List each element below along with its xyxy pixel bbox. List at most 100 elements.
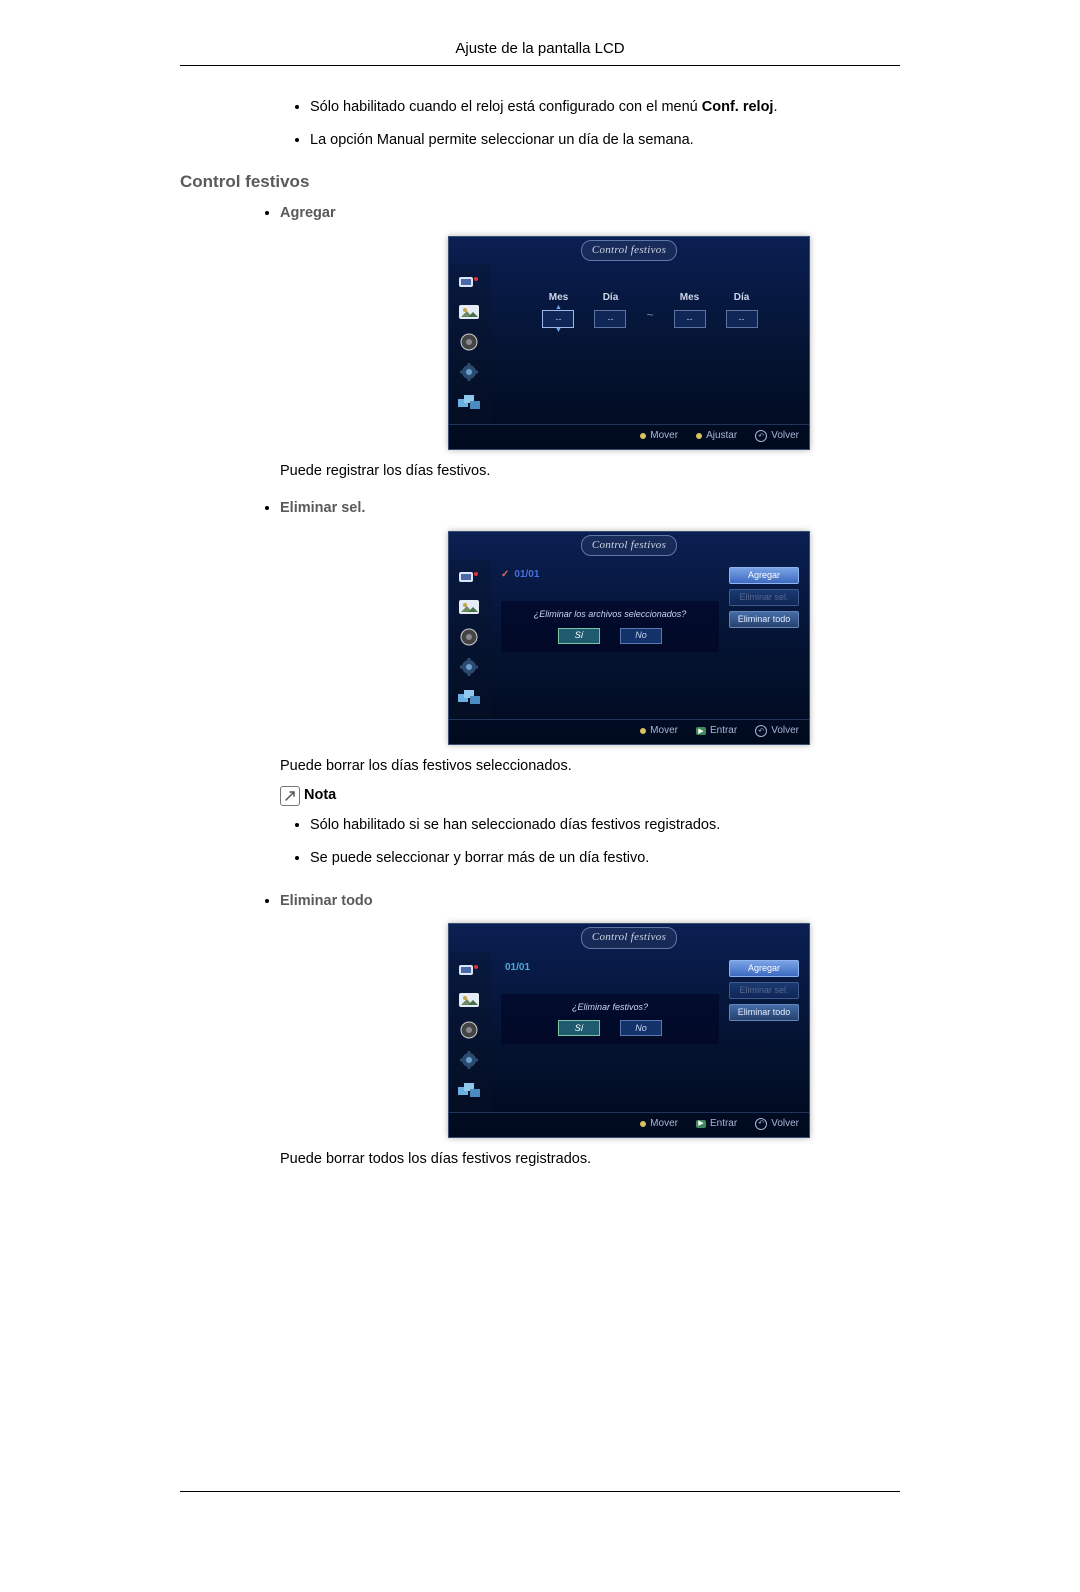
footer-rule bbox=[180, 1491, 900, 1492]
agg-col1-box[interactable]: -- bbox=[594, 310, 626, 328]
osd-agregar: Control festivos Mes -- bbox=[448, 236, 810, 451]
agg-col0-box[interactable]: -- bbox=[542, 310, 574, 328]
footer-volver-text: Volver bbox=[771, 723, 799, 739]
agg-col3-box[interactable]: -- bbox=[726, 310, 758, 328]
side-agregar-button[interactable]: Agregar bbox=[729, 567, 799, 584]
picture-icon bbox=[455, 300, 483, 324]
dialog-no-button[interactable]: No bbox=[620, 628, 662, 644]
footer-ajustar: Ajustar bbox=[696, 428, 737, 444]
footer-entrar: ▶ Entrar bbox=[696, 723, 737, 739]
picture-icon bbox=[455, 988, 483, 1012]
holiday-date-selected[interactable]: 01/01 bbox=[501, 567, 719, 583]
osd-elitodo-title: Control festivos bbox=[449, 924, 809, 952]
dialog-yes-button[interactable]: Sí bbox=[558, 628, 600, 644]
section-title: Control festivos bbox=[180, 172, 900, 192]
osd-agregar-main: Mes -- Día -- ~ Mes -- bbox=[491, 264, 809, 424]
side-eliminar-sel-button[interactable]: Eliminar sel. bbox=[729, 982, 799, 999]
footer-volver-text: Volver bbox=[771, 1116, 799, 1132]
note-row: Nota bbox=[280, 784, 900, 807]
footer-entrar: ▶ Entrar bbox=[696, 1116, 737, 1132]
footer-mover: Mover bbox=[640, 723, 678, 739]
input-icon bbox=[455, 565, 483, 589]
dialog-no-button[interactable]: No bbox=[620, 1020, 662, 1036]
footer-entrar-text: Entrar bbox=[710, 723, 737, 739]
osd-elisel-title: Control festivos bbox=[449, 532, 809, 560]
holiday-date[interactable]: 01/01 bbox=[505, 960, 719, 976]
osd-elitodo-main: 01/01 ¿Eliminar festivos? Sí No bbox=[491, 952, 809, 1112]
osd-agregar-title: Control festivos bbox=[449, 237, 809, 265]
osd-agregar-title-text: Control festivos bbox=[581, 240, 677, 262]
multi-icon bbox=[455, 390, 483, 414]
osd-elitodo-title-text: Control festivos bbox=[581, 927, 677, 949]
eliminar-todo-label: Eliminar todo bbox=[280, 890, 900, 913]
side-agregar-button[interactable]: Agregar bbox=[729, 960, 799, 977]
agg-tilde: ~ bbox=[646, 290, 653, 325]
side-eliminar-todo-button[interactable]: Eliminar todo bbox=[729, 611, 799, 628]
intro-b1-pre: Sólo habilitado cuando el reloj está con… bbox=[310, 99, 702, 115]
osd-elitodo-footer: Mover ▶ Entrar ↶ Volver bbox=[449, 1112, 809, 1137]
mover-dot-icon bbox=[640, 433, 646, 439]
input-icon bbox=[455, 270, 483, 294]
item-eliminar-todo: Eliminar todo Control festivos 01/ bbox=[280, 890, 900, 1171]
sound-icon bbox=[455, 330, 483, 354]
mover-dot-icon bbox=[640, 1121, 646, 1127]
settings-icon bbox=[455, 655, 483, 679]
side-eliminar-todo-button[interactable]: Eliminar todo bbox=[729, 1004, 799, 1021]
footer-mover-text: Mover bbox=[650, 723, 678, 739]
return-icon: ↶ bbox=[755, 1118, 767, 1130]
enter-icon: ▶ bbox=[696, 727, 706, 735]
osd-agregar-footer: Mover Ajustar ↶Volver bbox=[449, 424, 809, 449]
note-bullet-2: Se puede seleccionar y borrar más de un … bbox=[310, 847, 900, 870]
intro-b1-post: . bbox=[773, 99, 777, 115]
settings-icon bbox=[455, 360, 483, 384]
footer-volver: ↶ Volver bbox=[755, 723, 799, 739]
eliminar-todo-desc: Puede borrar todos los días festivos reg… bbox=[280, 1148, 900, 1171]
note-label: Nota bbox=[304, 784, 336, 807]
footer-mover-text: Mover bbox=[650, 428, 678, 444]
intro-b2-pre: La opción Manual permite seleccionar un … bbox=[310, 132, 694, 148]
enter-icon: ▶ bbox=[696, 1120, 706, 1128]
note-icon bbox=[280, 786, 300, 806]
sound-icon bbox=[455, 1018, 483, 1042]
intro-b1-bold: Conf. reloj bbox=[702, 99, 774, 115]
agregar-desc: Puede registrar los días festivos. bbox=[280, 460, 900, 483]
dialog-eliminar-todo: ¿Eliminar festivos? Sí No bbox=[501, 994, 719, 1044]
footer-entrar-text: Entrar bbox=[710, 1116, 737, 1132]
eliminar-sel-label: Eliminar sel. bbox=[280, 497, 900, 520]
footer-mover-text: Mover bbox=[650, 1116, 678, 1132]
osd-elisel-title-text: Control festivos bbox=[581, 535, 677, 557]
item-agregar: Agregar Control festivos Mes bbox=[280, 202, 900, 483]
agg-col2-box[interactable]: -- bbox=[674, 310, 706, 328]
page-header: Ajuste de la pantalla LCD bbox=[180, 40, 900, 66]
agregar-label: Agregar bbox=[280, 202, 900, 225]
osd-elisel-main: 01/01 ¿Eliminar los archivos seleccionad… bbox=[491, 559, 809, 719]
intro-bullet-2: La opción Manual permite seleccionar un … bbox=[310, 129, 900, 152]
multi-icon bbox=[455, 685, 483, 709]
agg-col2-label: Mes bbox=[680, 290, 699, 306]
footer-mover: Mover bbox=[640, 1116, 678, 1132]
footer-ajustar-text: Ajustar bbox=[706, 428, 737, 444]
dialog-elitodo-question: ¿Eliminar festivos? bbox=[507, 1000, 713, 1014]
osd-elisel-footer: Mover ▶ Entrar ↶ Volver bbox=[449, 719, 809, 744]
footer-volver: ↶ Volver bbox=[755, 1116, 799, 1132]
dialog-yes-button[interactable]: Sí bbox=[558, 1020, 600, 1036]
footer-mover: Mover bbox=[640, 428, 678, 444]
sound-icon bbox=[455, 625, 483, 649]
input-icon bbox=[455, 958, 483, 982]
dialog-eliminar-sel: ¿Eliminar los archivos seleccionados? Sí… bbox=[501, 601, 719, 651]
intro-bullet-1: Sólo habilitado cuando el reloj está con… bbox=[310, 96, 900, 119]
footer-volver: ↶Volver bbox=[755, 428, 799, 444]
eliminar-sel-desc: Puede borrar los días festivos seleccion… bbox=[280, 755, 900, 778]
settings-icon bbox=[455, 1048, 483, 1072]
osd-eliminar-todo: Control festivos 01/01 bbox=[448, 923, 810, 1138]
mover-dot-icon bbox=[640, 728, 646, 734]
osd-side-icons bbox=[449, 264, 491, 424]
return-icon: ↶ bbox=[755, 430, 767, 442]
osd-side-icons-3 bbox=[449, 952, 491, 1112]
return-icon: ↶ bbox=[755, 725, 767, 737]
multi-icon bbox=[455, 1078, 483, 1102]
agg-col3-label: Día bbox=[734, 290, 750, 306]
dialog-elisel-question: ¿Eliminar los archivos seleccionados? bbox=[507, 607, 713, 621]
agg-col1-label: Día bbox=[603, 290, 619, 306]
side-eliminar-sel-button[interactable]: Eliminar sel. bbox=[729, 589, 799, 606]
